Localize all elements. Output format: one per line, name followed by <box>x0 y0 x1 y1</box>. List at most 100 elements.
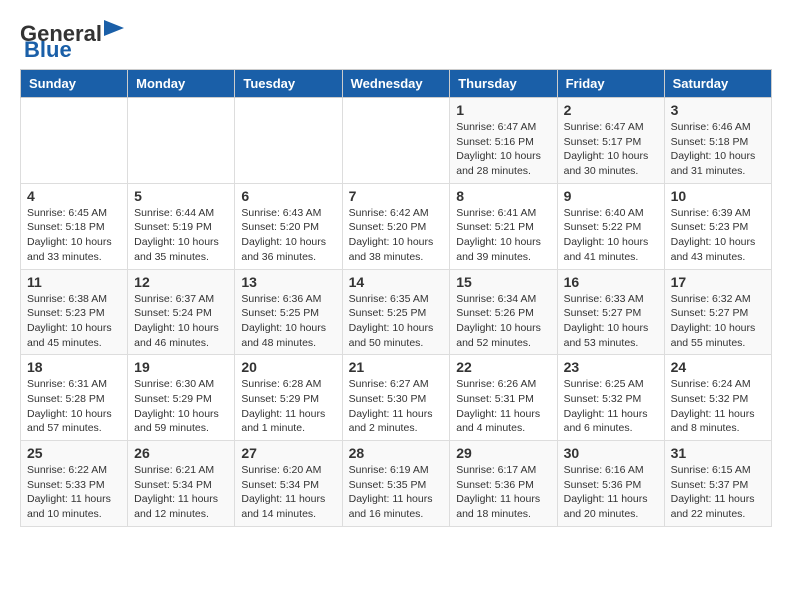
weekday-header: Thursday <box>450 70 557 98</box>
calendar-cell: 11 Sunrise: 6:38 AM Sunset: 5:23 PM Dayli… <box>21 269 128 355</box>
calendar-cell <box>235 98 342 184</box>
day-number: 31 <box>671 445 765 461</box>
calendar-cell: 30Sunrise: 6:16 AM Sunset: 5:36 PM Dayli… <box>557 441 664 527</box>
day-number: 14 <box>349 274 444 290</box>
day-number: 27 <box>241 445 335 461</box>
day-detail: Sunrise: 6:21 AM Sunset: 5:34 PM Dayligh… <box>134 463 228 522</box>
calendar-cell: 3Sunrise: 6:46 AM Sunset: 5:18 PM Daylig… <box>664 98 771 184</box>
logo-wing-icon <box>104 20 124 42</box>
calendar-cell: 5 Sunrise: 6:44 AM Sunset: 5:19 PM Daylig… <box>128 183 235 269</box>
day-detail: Sunrise: 6:47 AM Sunset: 5:17 PM Dayligh… <box>564 120 658 179</box>
day-number: 20 <box>241 359 335 375</box>
day-number: 4 <box>27 188 121 204</box>
calendar-cell: 7Sunrise: 6:42 AM Sunset: 5:20 PM Daylig… <box>342 183 450 269</box>
calendar-cell: 10Sunrise: 6:39 AM Sunset: 5:23 PM Dayli… <box>664 183 771 269</box>
calendar-cell <box>128 98 235 184</box>
day-number: 11 <box>27 274 121 290</box>
calendar-row: 4 Sunrise: 6:45 AM Sunset: 5:18 PM Daylig… <box>21 183 772 269</box>
calendar-cell <box>21 98 128 184</box>
day-number: 21 <box>349 359 444 375</box>
calendar-cell: 29 Sunrise: 6:17 AM Sunset: 5:36 PM Dayli… <box>450 441 557 527</box>
calendar-cell <box>342 98 450 184</box>
calendar-cell: 23 Sunrise: 6:25 AM Sunset: 5:32 PM Dayli… <box>557 355 664 441</box>
calendar-cell: 13Sunrise: 6:36 AM Sunset: 5:25 PM Dayli… <box>235 269 342 355</box>
calendar-cell: 21 Sunrise: 6:27 AM Sunset: 5:30 PM Dayli… <box>342 355 450 441</box>
day-detail: Sunrise: 6:44 AM Sunset: 5:19 PM Dayligh… <box>134 206 228 265</box>
day-detail: Sunrise: 6:45 AM Sunset: 5:18 PM Dayligh… <box>27 206 121 265</box>
weekday-header: Friday <box>557 70 664 98</box>
day-detail: Sunrise: 6:15 AM Sunset: 5:37 PM Dayligh… <box>671 463 765 522</box>
day-number: 6 <box>241 188 335 204</box>
day-number: 19 <box>134 359 228 375</box>
calendar-cell: 16Sunrise: 6:33 AM Sunset: 5:27 PM Dayli… <box>557 269 664 355</box>
day-number: 3 <box>671 102 765 118</box>
day-detail: Sunrise: 6:26 AM Sunset: 5:31 PM Dayligh… <box>456 377 550 436</box>
calendar-cell: 6 Sunrise: 6:43 AM Sunset: 5:20 PM Daylig… <box>235 183 342 269</box>
calendar-cell: 26 Sunrise: 6:21 AM Sunset: 5:34 PM Dayli… <box>128 441 235 527</box>
calendar-cell: 19Sunrise: 6:30 AM Sunset: 5:29 PM Dayli… <box>128 355 235 441</box>
calendar-row: 18 Sunrise: 6:31 AM Sunset: 5:28 PM Dayli… <box>21 355 772 441</box>
calendar-cell: 18 Sunrise: 6:31 AM Sunset: 5:28 PM Dayli… <box>21 355 128 441</box>
calendar-cell: 15 Sunrise: 6:34 AM Sunset: 5:26 PM Dayli… <box>450 269 557 355</box>
calendar-row: 1 Sunrise: 6:47 AM Sunset: 5:16 PM Daylig… <box>21 98 772 184</box>
calendar-cell: 2 Sunrise: 6:47 AM Sunset: 5:17 PM Daylig… <box>557 98 664 184</box>
day-detail: Sunrise: 6:19 AM Sunset: 5:35 PM Dayligh… <box>349 463 444 522</box>
calendar-body: 1 Sunrise: 6:47 AM Sunset: 5:16 PM Daylig… <box>21 98 772 527</box>
day-detail: Sunrise: 6:31 AM Sunset: 5:28 PM Dayligh… <box>27 377 121 436</box>
day-number: 24 <box>671 359 765 375</box>
calendar-cell: 8 Sunrise: 6:41 AM Sunset: 5:21 PM Daylig… <box>450 183 557 269</box>
day-detail: Sunrise: 6:37 AM Sunset: 5:24 PM Dayligh… <box>134 292 228 351</box>
day-detail: Sunrise: 6:16 AM Sunset: 5:36 PM Dayligh… <box>564 463 658 522</box>
weekday-header: Sunday <box>21 70 128 98</box>
day-number: 26 <box>134 445 228 461</box>
day-number: 29 <box>456 445 550 461</box>
calendar-header-row: SundayMondayTuesdayWednesdayThursdayFrid… <box>21 70 772 98</box>
calendar-cell: 9 Sunrise: 6:40 AM Sunset: 5:22 PM Daylig… <box>557 183 664 269</box>
header: General Blue <box>20 20 772 63</box>
calendar-cell: 14 Sunrise: 6:35 AM Sunset: 5:25 PM Dayli… <box>342 269 450 355</box>
day-number: 15 <box>456 274 550 290</box>
calendar: SundayMondayTuesdayWednesdayThursdayFrid… <box>20 69 772 527</box>
day-detail: Sunrise: 6:24 AM Sunset: 5:32 PM Dayligh… <box>671 377 765 436</box>
day-detail: Sunrise: 6:32 AM Sunset: 5:27 PM Dayligh… <box>671 292 765 351</box>
logo: General Blue <box>20 20 124 63</box>
day-detail: Sunrise: 6:43 AM Sunset: 5:20 PM Dayligh… <box>241 206 335 265</box>
day-number: 25 <box>27 445 121 461</box>
day-detail: Sunrise: 6:41 AM Sunset: 5:21 PM Dayligh… <box>456 206 550 265</box>
day-number: 9 <box>564 188 658 204</box>
weekday-header: Monday <box>128 70 235 98</box>
day-detail: Sunrise: 6:35 AM Sunset: 5:25 PM Dayligh… <box>349 292 444 351</box>
calendar-row: 25 Sunrise: 6:22 AM Sunset: 5:33 PM Dayli… <box>21 441 772 527</box>
day-number: 13 <box>241 274 335 290</box>
day-detail: Sunrise: 6:42 AM Sunset: 5:20 PM Dayligh… <box>349 206 444 265</box>
day-detail: Sunrise: 6:40 AM Sunset: 5:22 PM Dayligh… <box>564 206 658 265</box>
day-number: 2 <box>564 102 658 118</box>
day-number: 8 <box>456 188 550 204</box>
day-number: 5 <box>134 188 228 204</box>
calendar-cell: 20 Sunrise: 6:28 AM Sunset: 5:29 PM Dayli… <box>235 355 342 441</box>
day-detail: Sunrise: 6:38 AM Sunset: 5:23 PM Dayligh… <box>27 292 121 351</box>
day-detail: Sunrise: 6:25 AM Sunset: 5:32 PM Dayligh… <box>564 377 658 436</box>
day-detail: Sunrise: 6:22 AM Sunset: 5:33 PM Dayligh… <box>27 463 121 522</box>
day-number: 22 <box>456 359 550 375</box>
calendar-cell: 1 Sunrise: 6:47 AM Sunset: 5:16 PM Daylig… <box>450 98 557 184</box>
calendar-cell: 4 Sunrise: 6:45 AM Sunset: 5:18 PM Daylig… <box>21 183 128 269</box>
day-detail: Sunrise: 6:17 AM Sunset: 5:36 PM Dayligh… <box>456 463 550 522</box>
day-detail: Sunrise: 6:33 AM Sunset: 5:27 PM Dayligh… <box>564 292 658 351</box>
calendar-row: 11 Sunrise: 6:38 AM Sunset: 5:23 PM Dayli… <box>21 269 772 355</box>
day-detail: Sunrise: 6:47 AM Sunset: 5:16 PM Dayligh… <box>456 120 550 179</box>
weekday-header: Wednesday <box>342 70 450 98</box>
day-number: 17 <box>671 274 765 290</box>
day-number: 12 <box>134 274 228 290</box>
day-number: 28 <box>349 445 444 461</box>
day-detail: Sunrise: 6:27 AM Sunset: 5:30 PM Dayligh… <box>349 377 444 436</box>
day-detail: Sunrise: 6:20 AM Sunset: 5:34 PM Dayligh… <box>241 463 335 522</box>
day-number: 23 <box>564 359 658 375</box>
calendar-cell: 24 Sunrise: 6:24 AM Sunset: 5:32 PM Dayli… <box>664 355 771 441</box>
calendar-cell: 31 Sunrise: 6:15 AM Sunset: 5:37 PM Dayli… <box>664 441 771 527</box>
day-detail: Sunrise: 6:28 AM Sunset: 5:29 PM Dayligh… <box>241 377 335 436</box>
day-detail: Sunrise: 6:34 AM Sunset: 5:26 PM Dayligh… <box>456 292 550 351</box>
day-number: 1 <box>456 102 550 118</box>
day-number: 18 <box>27 359 121 375</box>
calendar-cell: 17 Sunrise: 6:32 AM Sunset: 5:27 PM Dayli… <box>664 269 771 355</box>
